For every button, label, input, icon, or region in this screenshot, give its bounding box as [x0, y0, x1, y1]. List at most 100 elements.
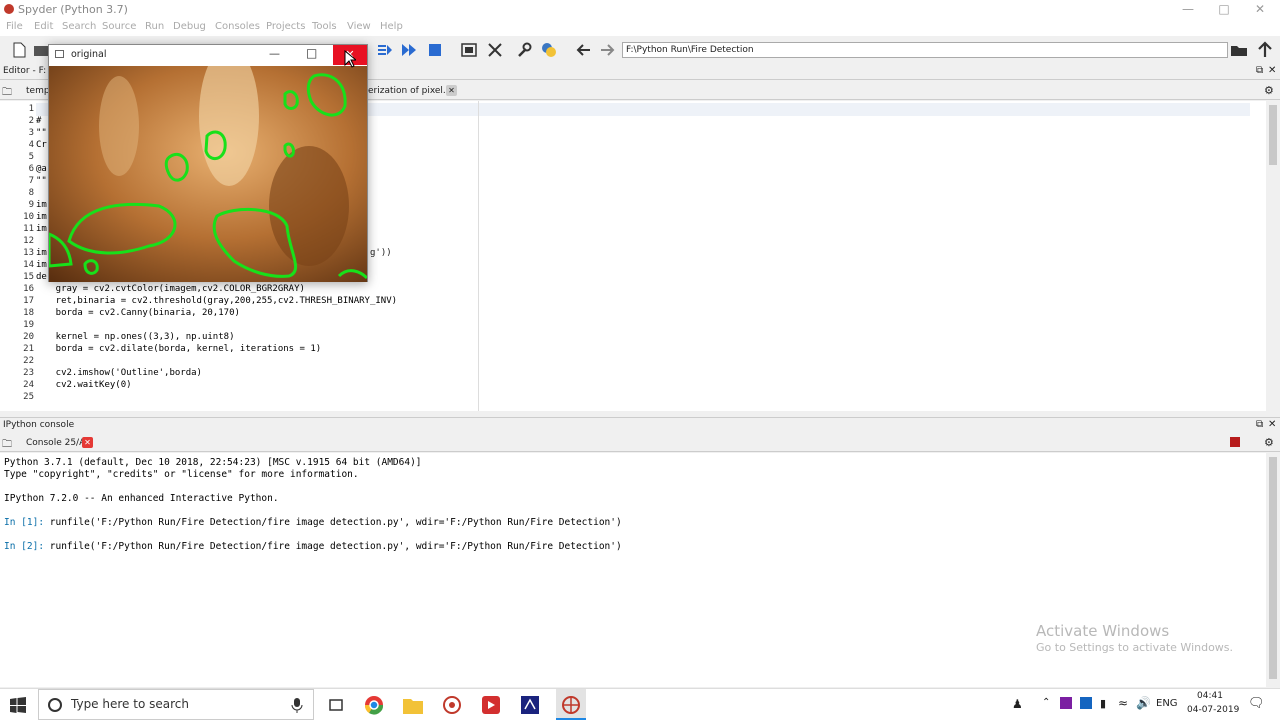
- maximize-pane-icon[interactable]: [460, 41, 478, 59]
- line-number: 5: [28, 152, 34, 162]
- editor-scroll-thumb[interactable]: [1269, 105, 1277, 165]
- line-number: 3: [28, 128, 34, 138]
- code-line: Cr: [36, 140, 47, 150]
- line-number: 8: [28, 188, 34, 198]
- chrome-icon[interactable]: [364, 695, 384, 715]
- action-center-icon[interactable]: 🗨: [1248, 696, 1265, 711]
- close-console-tab-icon[interactable]: ✕: [82, 437, 93, 448]
- line-number: 24: [23, 380, 34, 390]
- original-image-window[interactable]: original — □ ✕: [48, 44, 368, 282]
- new-file-icon[interactable]: [10, 41, 28, 59]
- menu-bar: File Edit Search Source Run Debug Consol…: [0, 20, 1280, 36]
- line-number: 22: [23, 356, 34, 366]
- menu-consoles[interactable]: Consoles: [215, 21, 260, 32]
- console-pane-header: IPython console ⧉ ✕: [0, 417, 1280, 433]
- clock-date[interactable]: 04-07-2019: [1187, 705, 1239, 715]
- activate-windows-subtext: Go to Settings to activate Windows.: [1036, 641, 1234, 654]
- tray-chevron-up-icon[interactable]: ⌃: [1042, 697, 1050, 708]
- fullscreen-icon[interactable]: [486, 41, 504, 59]
- back-arrow-icon[interactable]: [575, 41, 593, 59]
- menu-help[interactable]: Help: [380, 21, 403, 32]
- continue-icon[interactable]: [400, 41, 418, 59]
- volume-icon[interactable]: 🔊: [1136, 696, 1151, 710]
- undock-icon[interactable]: ⧉: [1256, 65, 1263, 76]
- maximize-icon[interactable]: □: [1206, 0, 1242, 20]
- task-view-icon[interactable]: [328, 697, 344, 713]
- people-icon[interactable]: ♟: [1012, 697, 1023, 711]
- undock-console-icon[interactable]: ⧉: [1256, 419, 1263, 430]
- code-line: kernel = np.ones((3,3), np.uint8): [34, 332, 235, 342]
- clock-time[interactable]: 04:41: [1197, 691, 1223, 701]
- code-line: borda = cv2.dilate(borda, kernel, iterat…: [34, 344, 322, 354]
- tab-console[interactable]: Console 25/A: [22, 436, 89, 450]
- working-directory-input[interactable]: F:\Python Run\Fire Detection: [622, 42, 1228, 58]
- editor-scrollbar[interactable]: [1266, 101, 1280, 411]
- code-line: ret,binaria = cv2.threshold(gray,200,255…: [34, 296, 398, 306]
- microphone-icon[interactable]: [291, 697, 303, 713]
- code-line: gray = cv2.cvtColor(imagem,cv2.COLOR_BGR…: [34, 284, 305, 294]
- line-number: 7: [28, 176, 34, 186]
- line-number: 25: [23, 392, 34, 402]
- close-console-pane-icon[interactable]: ✕: [1268, 419, 1276, 430]
- menu-edit[interactable]: Edit: [34, 21, 53, 32]
- options-gear-icon[interactable]: ⚙: [1264, 84, 1274, 97]
- minimize-window-icon[interactable]: —: [269, 47, 280, 60]
- taskbar-search-box[interactable]: Type here to search: [38, 689, 314, 720]
- menu-projects[interactable]: Projects: [266, 21, 305, 32]
- code-line: im: [36, 212, 47, 222]
- stop-icon[interactable]: [426, 41, 444, 59]
- line-number: 4: [28, 140, 34, 150]
- spyder-active-icon: [562, 696, 580, 714]
- browse-folder-icon[interactable]: [1230, 41, 1248, 59]
- line-number: 12: [23, 236, 34, 246]
- close-icon[interactable]: ✕: [1242, 0, 1278, 20]
- recorder-app-icon[interactable]: [481, 695, 501, 715]
- parent-dir-arrow-icon[interactable]: [1256, 41, 1274, 59]
- spyder-active-taskbar-button[interactable]: [556, 689, 586, 720]
- line-number: 21: [23, 344, 34, 354]
- code-line: "": [36, 128, 47, 138]
- menu-source[interactable]: Source: [102, 21, 136, 32]
- windows-start-icon[interactable]: [10, 697, 26, 713]
- title-bar: Spyder (Python 3.7) — □ ✕: [0, 0, 1280, 20]
- close-pane-icon[interactable]: ✕: [1268, 65, 1276, 76]
- run-selection-icon[interactable]: [376, 41, 394, 59]
- battery-icon[interactable]: ▮: [1100, 697, 1106, 710]
- console-line: IPython 7.2.0 -- An enhanced Interactive…: [4, 493, 279, 504]
- file-explorer-icon[interactable]: [403, 696, 423, 714]
- console-scrollbar[interactable]: [1266, 453, 1280, 687]
- console-scroll-thumb[interactable]: [1269, 457, 1277, 679]
- python-path-icon[interactable]: [540, 41, 558, 59]
- spyder-taskbar-icon[interactable]: [442, 695, 462, 715]
- close-tab-icon[interactable]: ✕: [446, 85, 457, 96]
- menu-debug[interactable]: Debug: [173, 21, 206, 32]
- console-options-gear-icon[interactable]: ⚙: [1264, 436, 1274, 449]
- menu-view[interactable]: View: [347, 21, 371, 32]
- line-number: 2: [28, 116, 34, 126]
- console-line: In [1]: runfile('F:/Python Run/Fire Dete…: [4, 517, 622, 528]
- wifi-icon[interactable]: ≈: [1118, 696, 1128, 710]
- menu-file[interactable]: File: [6, 21, 23, 32]
- code-line: "": [36, 176, 47, 186]
- image-window-titlebar[interactable]: original — □ ✕: [49, 45, 367, 65]
- menu-search[interactable]: Search: [62, 21, 96, 32]
- minimize-icon[interactable]: —: [1170, 0, 1206, 20]
- console-line: Python 3.7.1 (default, Dec 10 2018, 22:5…: [4, 457, 422, 468]
- line-number: 19: [23, 320, 34, 330]
- preferences-wrench-icon[interactable]: [515, 41, 533, 59]
- language-indicator[interactable]: ENG: [1156, 698, 1178, 709]
- menu-tools[interactable]: Tools: [312, 21, 337, 32]
- console-line: Type "copyright", "credits" or "license"…: [4, 469, 359, 480]
- browse-tabs-icon[interactable]: 🗀: [2, 85, 12, 102]
- maximize-window-icon[interactable]: □: [306, 46, 317, 60]
- browse-console-tabs-icon[interactable]: 🗀: [2, 437, 12, 454]
- code-line: cv2.imshow('Outline',borda): [34, 368, 202, 378]
- interrupt-kernel-icon[interactable]: [1230, 437, 1240, 447]
- forward-arrow-icon[interactable]: [598, 41, 616, 59]
- code-line: de: [36, 272, 47, 282]
- menu-run[interactable]: Run: [145, 21, 164, 32]
- bluetooth-icon[interactable]: [1080, 697, 1092, 709]
- code-line: @a: [36, 164, 47, 174]
- tray-app-icon[interactable]: [1060, 697, 1072, 709]
- editor-app-icon[interactable]: [520, 695, 540, 715]
